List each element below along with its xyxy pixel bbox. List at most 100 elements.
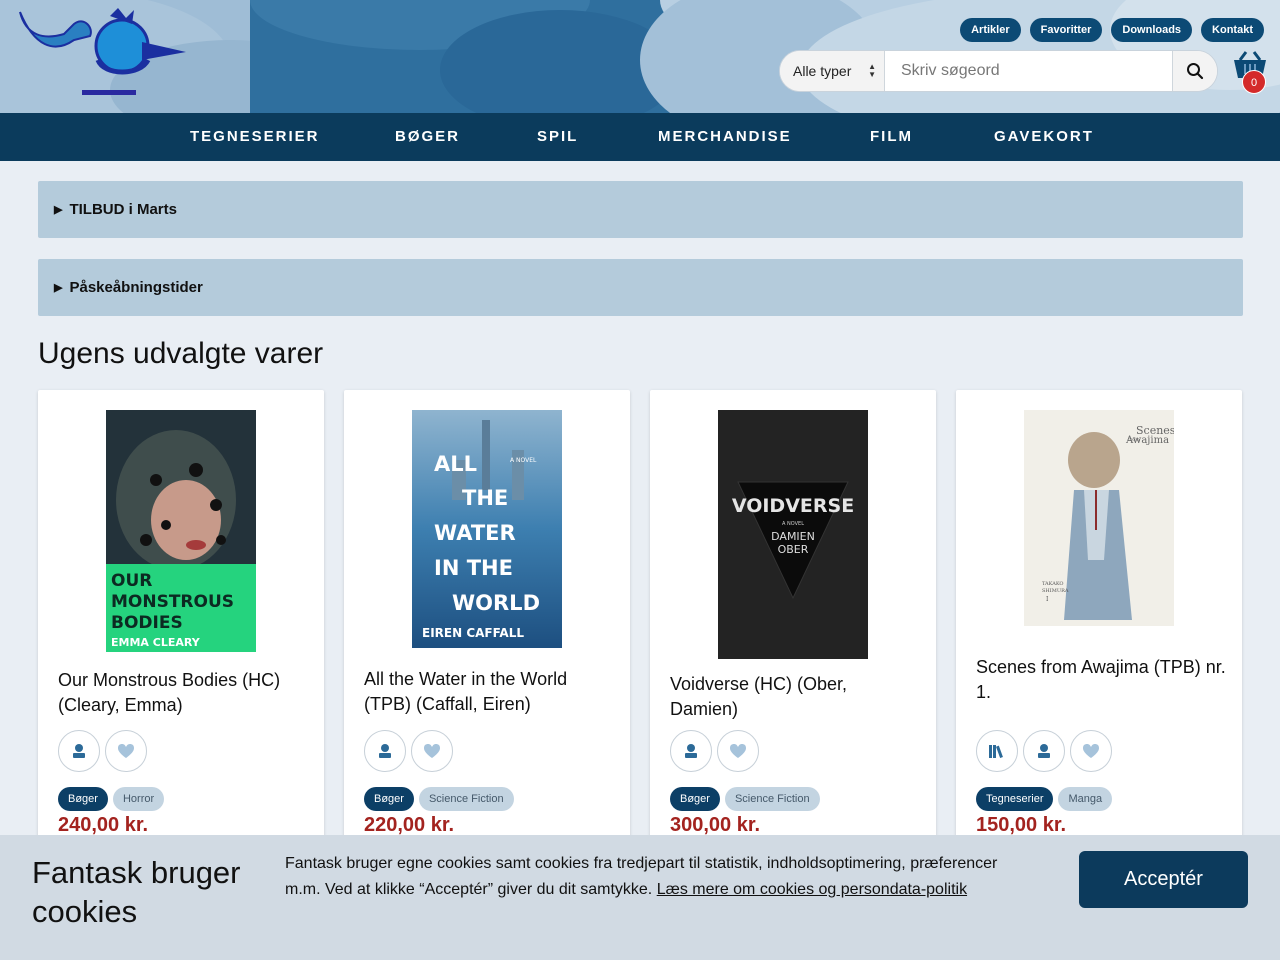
product-actions — [364, 730, 453, 772]
product-card: OUR MONSTROUS BODIES EMMA CLEARY Our Mon… — [38, 390, 324, 860]
favorite-button[interactable] — [411, 730, 453, 772]
top-links: Artikler Favoritter Downloads Kontakt — [960, 18, 1264, 42]
author-button[interactable] — [670, 730, 712, 772]
search-button[interactable] — [1172, 51, 1217, 91]
cover-title-line: MONSTROUS — [111, 592, 234, 612]
cover-author: EIREN CAFFALL — [422, 626, 524, 640]
search-type-select[interactable]: Alle typer ▲ ▼ — [780, 51, 885, 91]
product-price: 150,00 kr. — [976, 814, 1067, 836]
cover-title-line: OUR — [111, 571, 152, 591]
cover-author: TAKAKO — [1042, 581, 1064, 587]
tag-genre[interactable]: Horror — [112, 787, 165, 811]
books-icon — [989, 745, 1003, 758]
product-actions — [58, 730, 147, 772]
cover-author: DAMIEN — [771, 530, 815, 543]
tag-genre[interactable]: Manga — [1058, 787, 1113, 811]
cover-title-line: WORLD — [452, 591, 540, 615]
product-title[interactable]: Scenes from Awajima (TPB) nr. 1. — [976, 655, 1226, 705]
nav-spil[interactable]: SPIL — [537, 113, 578, 161]
favorite-button[interactable] — [105, 730, 147, 772]
cover-author: SHIMURA — [1042, 588, 1069, 594]
cover-author: OBER — [778, 543, 809, 556]
accordion-paske[interactable]: ▶ Påskeåbningstider — [38, 259, 1243, 316]
user-icon — [685, 744, 697, 758]
nav-boger[interactable]: BØGER — [395, 113, 460, 161]
basket-count-badge: 0 — [1242, 70, 1266, 94]
nav-film[interactable]: FILM — [870, 113, 913, 161]
product-card: Scenes from Awajima TAKAKO SHIMURA I Sce… — [956, 390, 1242, 860]
product-tags: Tegneserier Manga — [976, 787, 1113, 811]
product-actions — [976, 730, 1112, 772]
tag-genre[interactable]: Science Fiction — [418, 787, 514, 811]
tag-category[interactable]: Bøger — [58, 787, 108, 811]
product-title[interactable]: Voidverse (HC) (Ober, Damien) — [670, 672, 920, 722]
link-favoritter[interactable]: Favoritter — [1029, 18, 1103, 42]
site-header: Artikler Favoritter Downloads Kontakt Al… — [0, 0, 1280, 113]
cover-title-line: VOIDVERSE — [732, 495, 854, 517]
link-downloads[interactable]: Downloads — [1111, 18, 1193, 42]
accordion-label: Påskeåbningstider — [69, 279, 203, 296]
cover-title-line: THE — [462, 486, 508, 510]
link-kontakt[interactable]: Kontakt — [1201, 18, 1264, 42]
nav-tegneserier[interactable]: TEGNESERIER — [190, 113, 320, 161]
cookie-text: Fantask bruger egne cookies samt cookies… — [285, 851, 1025, 903]
nav-merchandise[interactable]: MERCHANDISE — [658, 113, 792, 161]
heart-icon — [1083, 744, 1099, 758]
favorite-button[interactable] — [717, 730, 759, 772]
accordion-tilbud[interactable]: ▶ TILBUD i Marts — [38, 181, 1243, 238]
accept-cookies-button[interactable]: Acceptér — [1079, 851, 1248, 908]
cover-title-line: Awajima — [1125, 435, 1169, 446]
book-cover[interactable]: ALL THE WATER IN THE WORLD EIREN CAFFALL… — [412, 410, 562, 648]
book-cover[interactable]: VOIDVERSE A NOVEL DAMIEN OBER — [718, 410, 868, 659]
expand-triangle-icon: ▶ — [54, 282, 63, 294]
link-artikler[interactable]: Artikler — [960, 18, 1021, 42]
user-icon — [379, 744, 391, 758]
tag-category[interactable]: Bøger — [364, 787, 414, 811]
heart-icon — [424, 744, 440, 758]
product-price: 240,00 kr. — [58, 814, 149, 836]
author-button[interactable] — [58, 730, 100, 772]
book-cover[interactable]: OUR MONSTROUS BODIES EMMA CLEARY — [106, 410, 256, 652]
product-title[interactable]: Our Monstrous Bodies (HC) (Cleary, Emma) — [58, 668, 308, 718]
product-price: 220,00 kr. — [364, 814, 455, 836]
author-button[interactable] — [1023, 730, 1065, 772]
book-cover[interactable]: Scenes from Awajima TAKAKO SHIMURA I — [1024, 410, 1174, 626]
cover-title-line: BODIES — [111, 613, 183, 633]
section-title: Ugens udvalgte varer — [38, 337, 324, 370]
product-price: 300,00 kr. — [670, 814, 761, 836]
product-actions — [670, 730, 759, 772]
search-type-label: Alle typer — [793, 63, 852, 79]
search-input[interactable] — [885, 51, 1172, 91]
product-card: ALL THE WATER IN THE WORLD EIREN CAFFALL… — [344, 390, 630, 860]
search-bar: Alle typer ▲ ▼ — [779, 50, 1218, 92]
fantask-logo[interactable] — [14, 6, 194, 98]
expand-triangle-icon: ▶ — [54, 204, 63, 216]
cover-title-line: WATER — [434, 521, 516, 545]
product-title[interactable]: All the Water in the World (TPB) (Caffal… — [364, 667, 614, 717]
favorite-button[interactable] — [1070, 730, 1112, 772]
search-icon — [1187, 63, 1204, 80]
main-nav: TEGNESERIER BØGER SPIL MERCHANDISE FILM … — [0, 113, 1280, 161]
product-tags: Bøger Horror — [58, 787, 165, 811]
user-icon — [1038, 744, 1050, 758]
heart-icon — [118, 744, 134, 758]
product-tags: Bøger Science Fiction — [670, 787, 820, 811]
tag-category[interactable]: Tegneserier — [976, 787, 1054, 811]
heart-icon — [730, 744, 746, 758]
cookie-title: Fantask bruger cookies — [32, 855, 241, 929]
author-button[interactable] — [364, 730, 406, 772]
tag-genre[interactable]: Science Fiction — [724, 787, 820, 811]
product-tags: Bøger Science Fiction — [364, 787, 514, 811]
cookie-banner: Fantask bruger cookies Fantask bruger eg… — [0, 835, 1280, 960]
cover-title-line: IN THE — [434, 556, 513, 580]
cookie-policy-link[interactable]: Læs mere om cookies og persondata-politi… — [657, 881, 967, 898]
user-icon — [73, 744, 85, 758]
tag-category[interactable]: Bøger — [670, 787, 720, 811]
select-caret-icon: ▲ ▼ — [868, 62, 876, 79]
cover-subtitle: A NOVEL — [510, 457, 537, 464]
cover-author: EMMA CLEARY — [111, 636, 201, 649]
nav-gavekort[interactable]: GAVEKORT — [994, 113, 1094, 161]
product-card: VOIDVERSE A NOVEL DAMIEN OBER Voidverse … — [650, 390, 936, 860]
cover-title-line: ALL — [434, 452, 477, 476]
series-button[interactable] — [976, 730, 1018, 772]
